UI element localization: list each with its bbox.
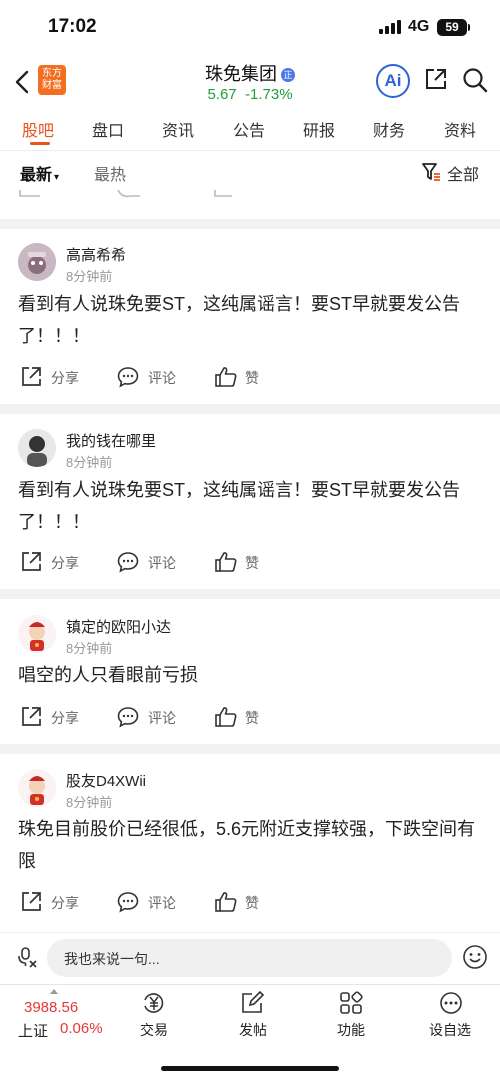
battery-icon: 59	[437, 19, 467, 36]
index-change[interactable]: 0.06%	[60, 1020, 103, 1037]
post-content[interactable]: 唱空的人只看眼前亏损	[18, 659, 488, 691]
post-username[interactable]: 我的钱在哪里	[66, 430, 156, 451]
status-badge: 正	[281, 68, 295, 82]
post-time: 8分钟前	[66, 455, 113, 470]
comment-icon	[117, 706, 139, 728]
post-username[interactable]: 镇定的欧阳小达	[66, 616, 171, 637]
previous-actions	[0, 190, 500, 200]
comment-icon	[117, 366, 139, 388]
status-time: 17:02	[48, 16, 97, 37]
like-label: 赞	[245, 895, 259, 911]
battery-tip	[468, 24, 470, 31]
share-label: 分享	[51, 555, 79, 571]
toolbar-settings[interactable]: 设自选	[420, 1020, 480, 1040]
index-name[interactable]: 上证	[18, 1020, 48, 1041]
home-indicator	[161, 1066, 339, 1071]
post-time: 8分钟前	[66, 795, 113, 810]
tab-guba[interactable]: 股吧	[22, 117, 54, 141]
post-content[interactable]: 看到有人说珠免要ST，这纯属谣言！要ST早就要发公告了！！！	[18, 288, 488, 352]
comment-label: 评论	[148, 895, 176, 911]
apps-icon[interactable]	[339, 991, 363, 1015]
tab-active-indicator	[30, 142, 50, 145]
like-icon	[214, 551, 238, 573]
signal-icon	[379, 20, 403, 34]
share-label: 分享	[51, 710, 79, 726]
share-icon	[20, 366, 42, 388]
avatar[interactable]	[18, 243, 56, 281]
tab-finance[interactable]: 财务	[373, 117, 405, 141]
comment-icon	[117, 891, 139, 913]
compose-icon[interactable]	[240, 991, 266, 1015]
post-content[interactable]: 珠免目前股价已经很低，5.6元附近支撑较强，下跌空间有限	[18, 813, 488, 877]
voice-icon[interactable]	[16, 946, 38, 968]
share-label: 分享	[51, 895, 79, 911]
tab-profile[interactable]: 资料	[444, 117, 476, 141]
emoji-icon[interactable]	[462, 944, 488, 970]
tab-research[interactable]: 研报	[303, 117, 335, 141]
like-label: 赞	[245, 710, 259, 726]
share-icon[interactable]	[424, 67, 448, 91]
chevron-up-icon[interactable]	[50, 989, 58, 994]
tab-news[interactable]: 资讯	[162, 117, 194, 141]
post-content[interactable]: 看到有人说珠免要ST，这纯属谣言！要ST早就要发公告了！！！	[18, 474, 488, 538]
comment-label: 评论	[148, 710, 176, 726]
share-label: 分享	[51, 370, 79, 386]
like-icon	[214, 706, 238, 728]
share-icon	[20, 551, 42, 573]
sort-newest-label: 最新	[20, 167, 53, 184]
toolbar-trade[interactable]: 交易	[124, 1020, 184, 1040]
post-time: 8分钟前	[66, 641, 113, 656]
toolbar-post[interactable]: 发帖	[223, 1020, 283, 1040]
avatar[interactable]	[18, 615, 56, 653]
index-value[interactable]: 3988.56	[24, 999, 78, 1016]
stock-change: -1.73%	[245, 86, 293, 103]
like-icon	[214, 366, 238, 388]
like-icon	[214, 891, 238, 913]
filter-all[interactable]: 全部	[447, 161, 479, 185]
comment-icon	[117, 551, 139, 573]
stock-name: 珠免集团	[205, 64, 277, 84]
comment-label: 评论	[148, 555, 176, 571]
avatar[interactable]	[18, 429, 56, 467]
filter-icon[interactable]	[421, 162, 441, 182]
search-icon[interactable]	[462, 67, 488, 93]
stock-price: 5.67	[207, 86, 237, 103]
sort-newest[interactable]: 最新 ▾	[20, 161, 59, 185]
like-label: 赞	[245, 555, 259, 571]
tab-pankou[interactable]: 盘口	[92, 117, 124, 141]
tab-announcements[interactable]: 公告	[233, 117, 265, 141]
toolbar-functions[interactable]: 功能	[321, 1020, 381, 1040]
post-time: 8分钟前	[66, 269, 113, 284]
post-username[interactable]: 高高希希	[66, 244, 126, 265]
comment-placeholder[interactable]: 我也来说一句...	[64, 949, 160, 969]
share-icon	[20, 706, 42, 728]
more-icon[interactable]	[439, 991, 463, 1015]
network-label: 4G	[408, 18, 430, 35]
avatar[interactable]	[18, 769, 56, 807]
post-username[interactable]: 股友D4XWii	[66, 770, 146, 791]
ai-button[interactable]: Ai	[376, 64, 410, 98]
like-label: 赞	[245, 370, 259, 386]
sort-hottest[interactable]: 最热	[94, 161, 126, 185]
share-icon	[20, 891, 42, 913]
trade-icon[interactable]	[141, 991, 167, 1015]
chevron-down-icon: ▾	[54, 172, 60, 183]
comment-label: 评论	[148, 370, 176, 386]
